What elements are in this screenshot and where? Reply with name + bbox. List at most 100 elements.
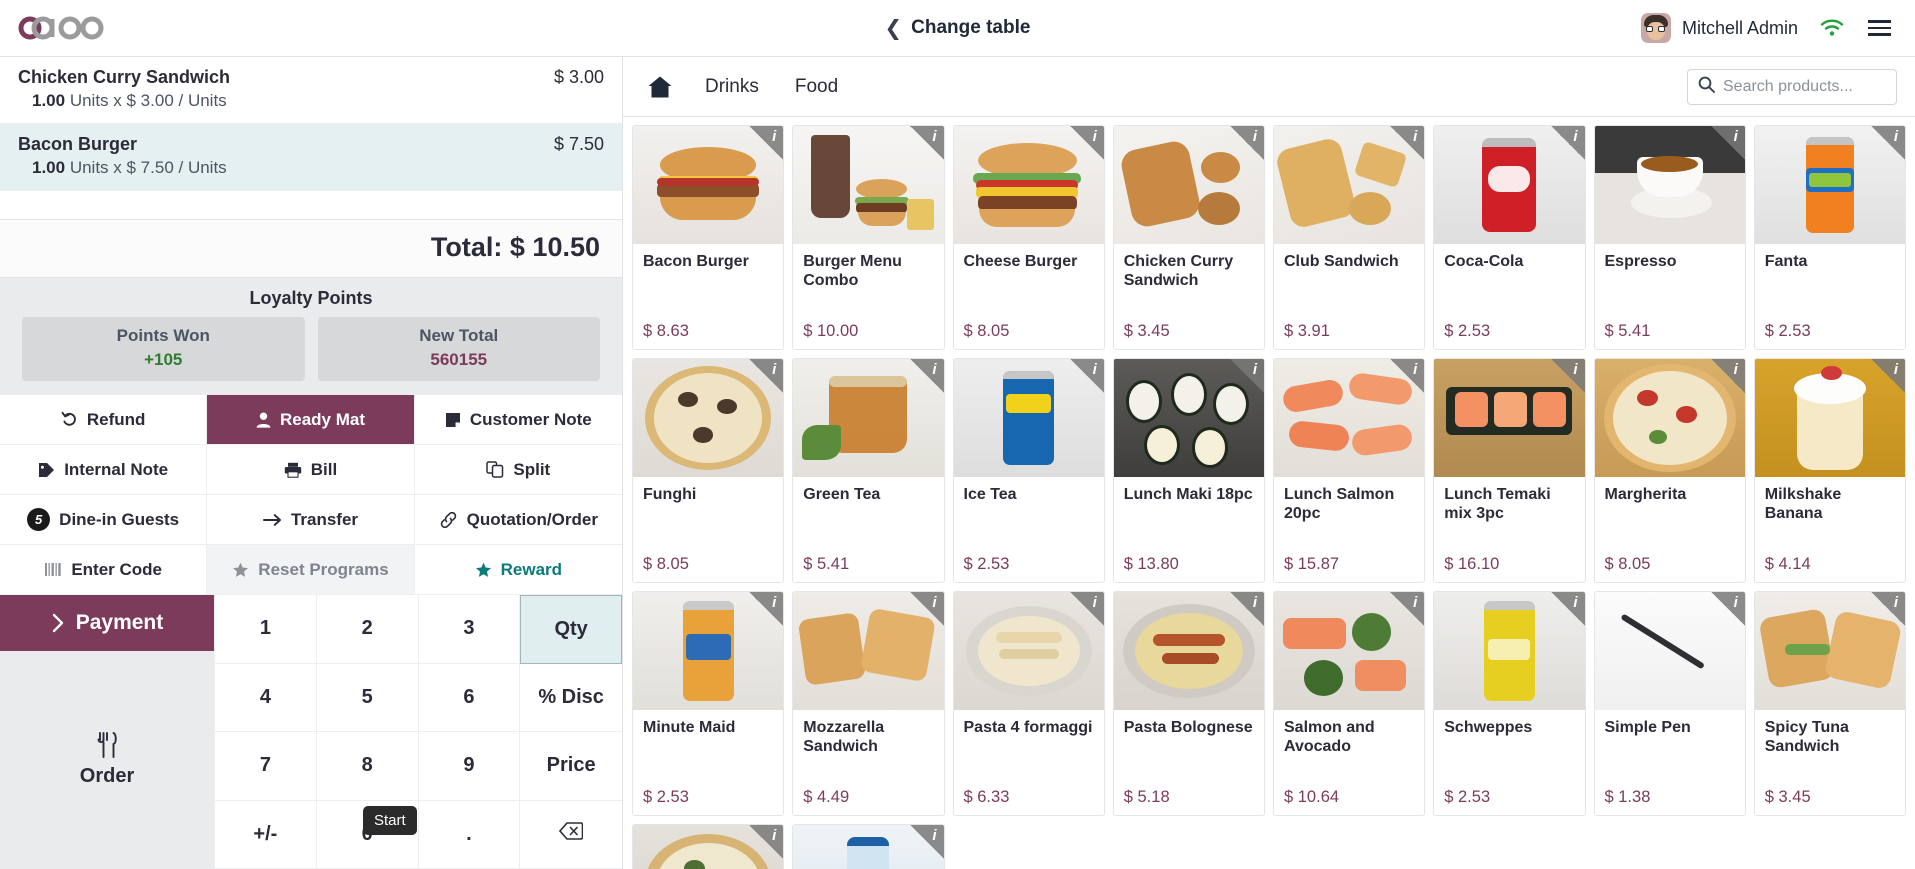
- numpad-key-plus-minus[interactable]: +/-: [215, 800, 317, 869]
- order-button[interactable]: Order: [0, 651, 214, 869]
- numpad-key-4[interactable]: 4: [215, 663, 317, 732]
- product-card[interactable]: i Pasta Bolognese $ 5.18: [1112, 591, 1265, 816]
- category-drinks[interactable]: Drinks: [689, 69, 775, 105]
- product-info-icon[interactable]: i: [1871, 359, 1905, 393]
- product-info-icon[interactable]: i: [909, 592, 944, 626]
- numpad-key-7[interactable]: 7: [215, 732, 317, 801]
- split-button[interactable]: Split: [414, 445, 622, 495]
- product-info-icon[interactable]: i: [1069, 126, 1104, 160]
- numpad-mode-discount[interactable]: % Disc: [520, 663, 622, 732]
- change-table-button[interactable]: ❮ Change table: [877, 13, 1039, 43]
- product-info-icon[interactable]: i: [1069, 592, 1104, 626]
- product-grid-scroll[interactable]: i Bacon Burger $ 8.63 i Burger Menu Combo $ …: [623, 117, 1915, 869]
- product-card[interactable]: i Lunch Temaki mix 3pc $ 16.10: [1433, 358, 1586, 583]
- numpad-mode-price[interactable]: Price: [520, 732, 622, 801]
- product-info-icon[interactable]: i: [909, 825, 944, 859]
- product-info-icon[interactable]: i: [1710, 126, 1745, 160]
- numpad-key-6[interactable]: 6: [418, 663, 521, 732]
- product-info-icon[interactable]: i: [1871, 592, 1905, 626]
- numpad-backspace-button[interactable]: [520, 800, 622, 869]
- product-info-icon[interactable]: i: [1230, 592, 1264, 626]
- product-card[interactable]: i Espresso $ 5.41: [1593, 125, 1746, 350]
- product-card[interactable]: i Green Tea $ 5.41: [792, 358, 945, 583]
- product-body: Pasta 4 formaggi $ 6.33: [954, 710, 1104, 815]
- numpad-key-9[interactable]: 9: [418, 732, 521, 801]
- numpad-key-0[interactable]: 0: [316, 800, 419, 869]
- product-card[interactable]: i Minute Maid $ 2.53: [632, 591, 785, 816]
- product-info-icon[interactable]: i: [1069, 359, 1104, 393]
- product-info-icon[interactable]: i: [1550, 126, 1585, 160]
- product-card[interactable]: i Burger Menu Combo $ 10.00: [792, 125, 945, 350]
- product-info-icon[interactable]: i: [909, 126, 944, 160]
- product-card[interactable]: i Spicy Tuna Sandwich $ 3.45: [1753, 591, 1906, 816]
- product-info-icon[interactable]: i: [1550, 359, 1585, 393]
- numpad-key-3[interactable]: 3: [418, 595, 521, 664]
- orderline-price: $ 3.00: [553, 67, 604, 87]
- product-card[interactable]: i Schweppes $ 2.53: [1433, 591, 1586, 816]
- product-card[interactable]: i Simple Pen $ 1.38: [1593, 591, 1746, 816]
- product-price: $ 5.41: [803, 555, 850, 573]
- product-info-icon[interactable]: i: [1390, 359, 1425, 393]
- product-card[interactable]: i Ice Tea $ 2.53: [952, 358, 1105, 583]
- reset-programs-button[interactable]: Reset Programs: [207, 545, 415, 595]
- product-info-icon[interactable]: i: [749, 126, 784, 160]
- product-info-icon[interactable]: i: [749, 592, 784, 626]
- product-card[interactable]: i Mozzarella Sandwich $ 4.49: [792, 591, 945, 816]
- product-card[interactable]: i Coca-Cola $ 2.53: [1433, 125, 1586, 350]
- product-card[interactable]: i Chicken Curry Sandwich $ 3.45: [1112, 125, 1265, 350]
- odoo-logo[interactable]: [0, 13, 230, 43]
- copy-split-icon: [486, 461, 504, 478]
- numpad-key-5[interactable]: 5: [316, 663, 419, 732]
- search-input[interactable]: [1723, 77, 1886, 96]
- bill-button[interactable]: Bill: [207, 445, 415, 495]
- table-row[interactable]: Chicken Curry Sandwich $ 3.00 1.00 Units…: [0, 57, 622, 124]
- product-card[interactable]: i Milkshake Banana $ 4.14: [1753, 358, 1906, 583]
- customer-button[interactable]: Ready Mat: [207, 395, 415, 445]
- product-card[interactable]: i Fanta $ 2.53: [1753, 125, 1906, 350]
- product-card[interactable]: i: [792, 824, 945, 869]
- payment-button[interactable]: Payment: [0, 595, 214, 651]
- category-food[interactable]: Food: [779, 69, 854, 105]
- home-icon[interactable]: [639, 69, 685, 105]
- product-card[interactable]: i Margherita $ 8.05: [1593, 358, 1746, 583]
- numpad-key-8[interactable]: 8: [316, 732, 419, 801]
- product-card[interactable]: i Bacon Burger $ 8.63: [632, 125, 785, 350]
- reward-button[interactable]: Reward: [414, 545, 622, 595]
- product-info-icon[interactable]: i: [1230, 126, 1264, 160]
- internal-note-button[interactable]: Internal Note: [0, 445, 208, 495]
- numpad-key-1[interactable]: 1: [215, 595, 317, 664]
- product-card[interactable]: i Lunch Salmon 20pc $ 15.87: [1273, 358, 1426, 583]
- product-info-icon[interactable]: i: [1710, 359, 1745, 393]
- product-info-icon[interactable]: i: [909, 359, 944, 393]
- product-info-icon[interactable]: i: [1871, 126, 1905, 160]
- product-card[interactable]: i Lunch Maki 18pc $ 13.80: [1112, 358, 1265, 583]
- dine-in-guests-button[interactable]: 5 Dine-in Guests: [0, 495, 208, 545]
- enter-code-button[interactable]: Enter Code: [0, 545, 208, 595]
- product-info-icon[interactable]: i: [1230, 359, 1264, 393]
- quotation-order-button[interactable]: Quotation/Order: [414, 495, 622, 545]
- table-row[interactable]: Bacon Burger $ 7.50 1.00 Units x $ 7.50 …: [0, 124, 622, 191]
- numpad-key-2[interactable]: 2: [316, 595, 419, 664]
- product-name: Simple Pen: [1604, 719, 1691, 736]
- product-card[interactable]: i Cheese Burger $ 8.05: [952, 125, 1105, 350]
- product-card[interactable]: i Club Sandwich $ 3.91: [1273, 125, 1426, 350]
- search-box[interactable]: [1687, 68, 1897, 105]
- transfer-button[interactable]: Transfer: [207, 495, 415, 545]
- customer-note-button[interactable]: Customer Note: [414, 395, 622, 445]
- numpad-key-decimal[interactable]: .: [418, 800, 521, 869]
- product-info-icon[interactable]: i: [1710, 592, 1745, 626]
- product-card[interactable]: i: [632, 824, 785, 869]
- hamburger-menu-icon[interactable]: [1866, 18, 1893, 38]
- product-card[interactable]: i Salmon and Avocado $ 10.64: [1273, 591, 1426, 816]
- product-card[interactable]: i Pasta 4 formaggi $ 6.33: [952, 591, 1105, 816]
- product-info-icon[interactable]: i: [749, 359, 784, 393]
- refund-button[interactable]: Refund: [0, 395, 208, 445]
- wifi-icon[interactable]: [1820, 19, 1844, 37]
- product-info-icon[interactable]: i: [1550, 592, 1585, 626]
- product-info-icon[interactable]: i: [1390, 592, 1425, 626]
- user-menu-button[interactable]: Mitchell Admin: [1640, 13, 1798, 43]
- product-info-icon[interactable]: i: [1390, 126, 1425, 160]
- product-info-icon[interactable]: i: [749, 825, 784, 859]
- numpad-mode-qty[interactable]: Qty: [520, 595, 622, 664]
- product-card[interactable]: i Funghi $ 8.05: [632, 358, 785, 583]
